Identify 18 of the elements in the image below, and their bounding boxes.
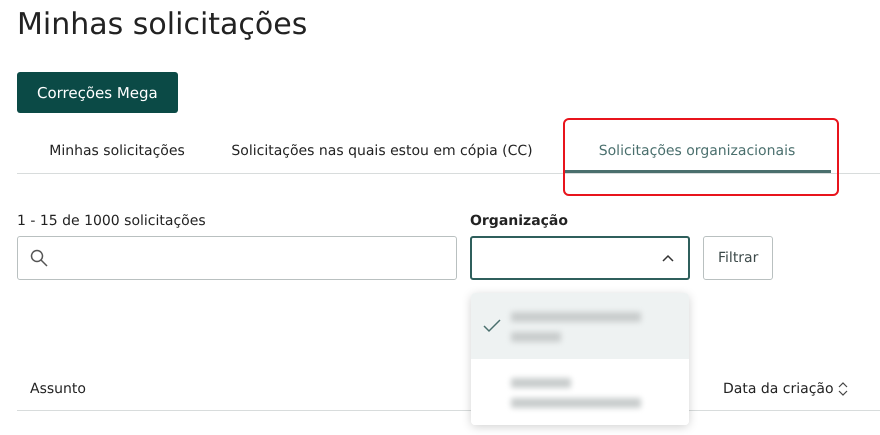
search-icon (30, 249, 48, 267)
dropdown-option[interactable] (471, 293, 689, 359)
sort-icon[interactable] (838, 382, 848, 396)
column-title: Assunto (30, 381, 86, 397)
mega-corrections-button[interactable]: Correções Mega (17, 72, 178, 113)
chevron-icon (662, 254, 674, 262)
result-count: 1 - 15 de 1000 solicitações (17, 212, 207, 231)
organization-label: Organização (470, 212, 568, 231)
check-icon (483, 319, 501, 333)
organization-select[interactable] (470, 236, 690, 280)
tab[interactable]: Solicitações nas quais estou em cópia (CC) (217, 129, 547, 173)
dropdown-option[interactable] (471, 359, 689, 425)
search-field[interactable] (17, 236, 457, 280)
tab[interactable]: Solicitações organizacionais (547, 129, 847, 173)
filter-button[interactable]: Filtrar (703, 236, 774, 280)
tab[interactable]: Minhas solicitações (17, 129, 217, 173)
column-title: Data da criação (723, 381, 834, 397)
page-title: Minhas solicitações (16, 6, 308, 44)
